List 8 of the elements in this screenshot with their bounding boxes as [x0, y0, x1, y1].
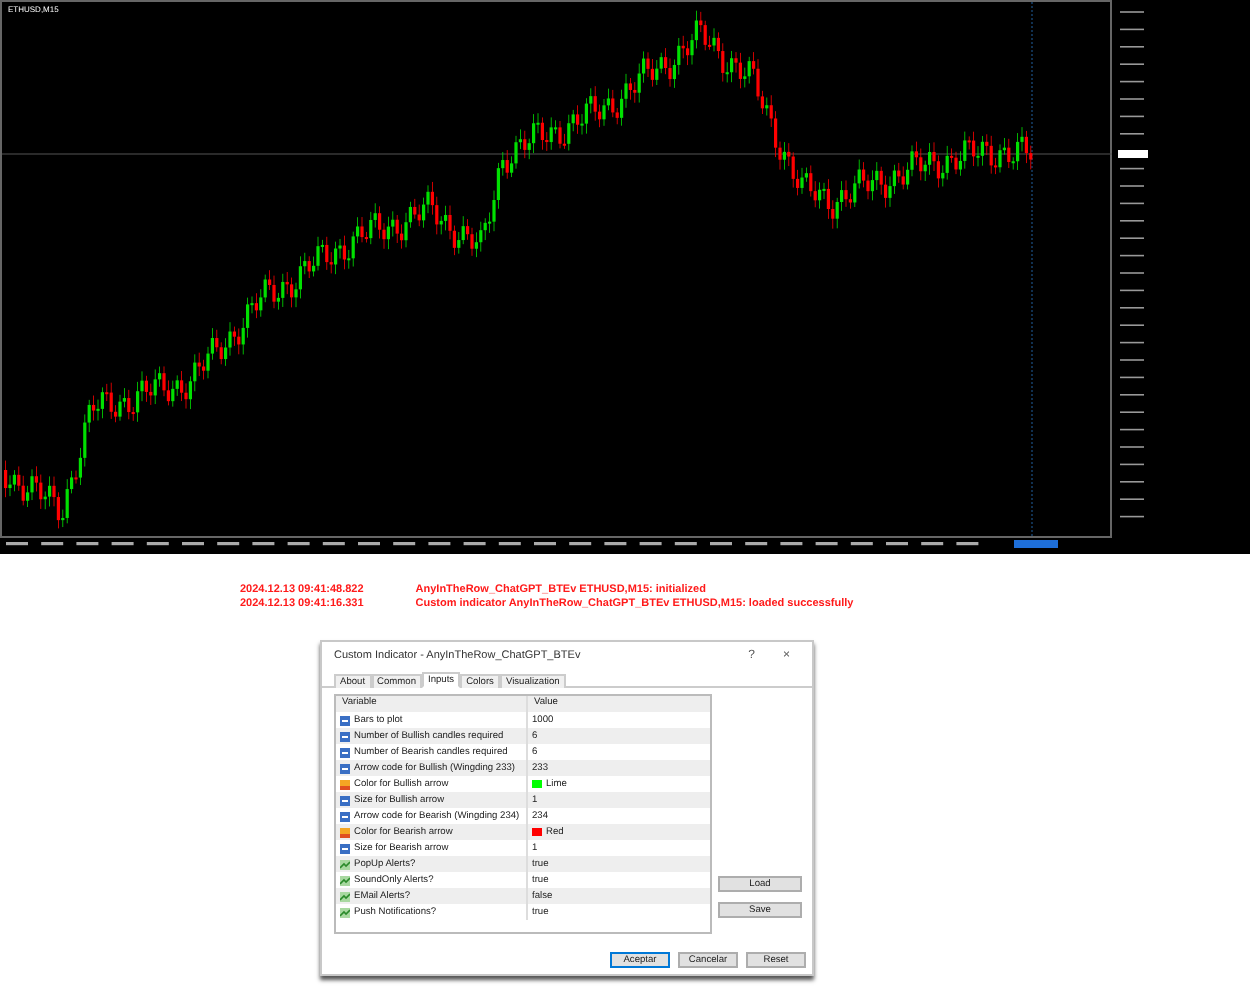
chart-line-icon [340, 875, 350, 885]
palette-icon [340, 779, 350, 789]
chart-line-icon [340, 859, 350, 869]
chart-line-icon [340, 907, 350, 917]
price-marker [1118, 150, 1148, 158]
palette-icon [340, 827, 350, 837]
time-highlight [1014, 540, 1058, 548]
chart-line-icon [340, 891, 350, 901]
